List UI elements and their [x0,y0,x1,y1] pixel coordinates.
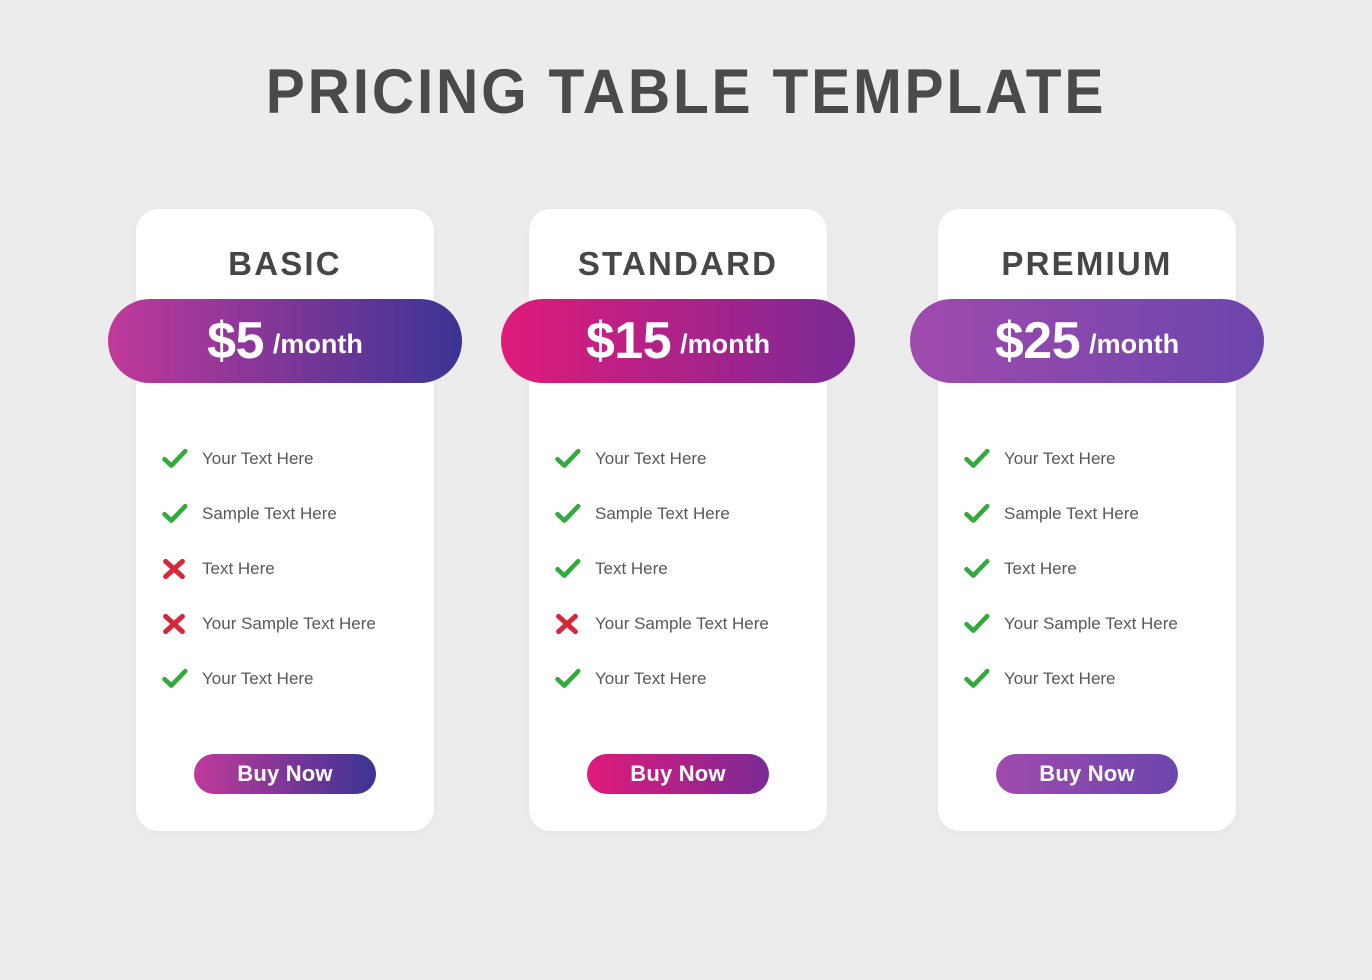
feature-label: Sample Text Here [1004,503,1139,523]
cross-icon [162,611,192,637]
plan-name: BASIC [228,245,342,282]
feature-row: Text Here [555,541,827,596]
price-amount: $25 [994,312,1081,370]
feature-row: Text Here [162,541,434,596]
price-period: /month [272,328,363,359]
check-icon [162,446,192,472]
feature-label: Your Text Here [595,448,707,468]
feature-label: Text Here [595,558,668,578]
feature-row: Sample Text Here [964,486,1236,541]
feature-row: Your Text Here [555,651,827,706]
buy-now-button[interactable]: Buy Now [194,754,376,794]
feature-label: Your Text Here [595,668,707,688]
price-banner: $25/month [910,299,1264,383]
feature-label: Sample Text Here [202,503,337,523]
check-icon [964,446,994,472]
feature-label: Text Here [202,558,275,578]
price-amount: $5 [207,312,264,370]
check-icon [555,446,585,472]
check-icon [964,556,994,582]
plan-name: PREMIUM [1001,245,1173,282]
feature-row: Your Text Here [162,651,434,706]
check-icon [555,501,585,527]
feature-row: Your Text Here [555,431,827,486]
buy-now-button[interactable]: Buy Now [996,754,1178,794]
pricing-card-premium: PREMIUM $25/month Your Text Here Sample Tex… [910,209,1264,831]
feature-label: Your Text Here [1004,668,1116,688]
price-period: /month [1089,328,1180,359]
price-amount: $15 [585,312,672,370]
feature-row: Sample Text Here [162,486,434,541]
feature-label: Your Text Here [1004,448,1116,468]
cross-icon [162,556,192,582]
check-icon [555,666,585,692]
buy-now-button[interactable]: Buy Now [587,754,769,794]
feature-label: Sample Text Here [595,503,730,523]
feature-row: Sample Text Here [555,486,827,541]
pricing-card-standard: STANDARD $15/month Your Text Here Sample Te… [501,209,855,831]
feature-label: Your Text Here [202,668,314,688]
feature-list: Your Text Here Sample Text Here Text Here Y… [555,431,827,706]
feature-label: Your Sample Text Here [1004,613,1178,633]
feature-label: Text Here [1004,558,1077,578]
feature-row: Your Text Here [162,431,434,486]
feature-row: Text Here [964,541,1236,596]
feature-list: Your Text Here Sample Text Here Text Here Y… [162,431,434,706]
plan-name: STANDARD [577,245,779,282]
price-banner: $15/month [501,299,855,383]
check-icon [964,611,994,637]
feature-row: Your Text Here [964,431,1236,486]
price-period: /month [680,328,771,359]
feature-row: Your Sample Text Here [964,596,1236,651]
feature-label: Your Sample Text Here [202,613,376,633]
check-icon [162,666,192,692]
check-icon [162,501,192,527]
pricing-cards-row: BASIC $5/month Your Text Here Sample Text H… [108,209,1264,831]
price-banner: $5/month [108,299,462,383]
pricing-card-basic: BASIC $5/month Your Text Here Sample Text H… [108,209,462,831]
check-icon [964,501,994,527]
feature-list: Your Text Here Sample Text Here Text Here Y… [964,431,1236,706]
page-title: PRICING TABLE TEMPLATE [265,57,1107,127]
feature-label: Your Sample Text Here [595,613,769,633]
feature-row: Your Sample Text Here [162,596,434,651]
cross-icon [555,611,585,637]
check-icon [964,666,994,692]
feature-row: Your Text Here [964,651,1236,706]
feature-row: Your Sample Text Here [555,596,827,651]
check-icon [555,556,585,582]
feature-label: Your Text Here [202,448,314,468]
